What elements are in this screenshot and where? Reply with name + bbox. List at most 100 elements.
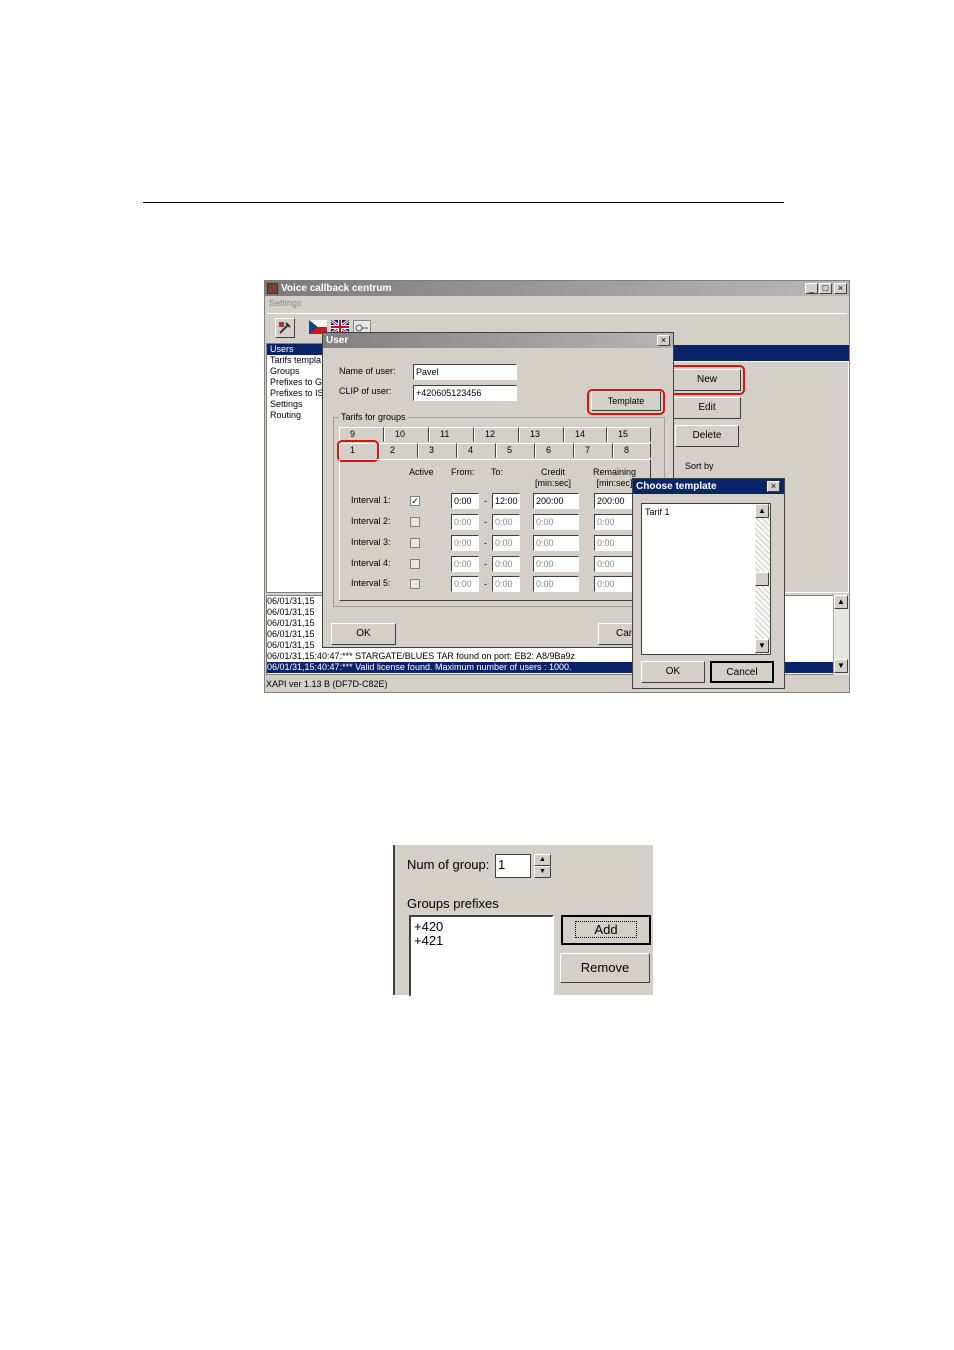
sort-by-label: Sort by — [685, 461, 714, 471]
nav-item-groups[interactable]: Groups — [267, 366, 323, 377]
ok-button[interactable]: OK — [331, 623, 396, 645]
log-scrollbar[interactable]: ▲ ▼ — [833, 595, 849, 675]
interval-from-field[interactable]: 0:00 — [451, 493, 479, 509]
spin-down-icon[interactable]: ▼ — [534, 866, 551, 878]
edit-button[interactable]: Edit — [673, 397, 741, 419]
scroll-thumb[interactable] — [755, 572, 769, 586]
page-rule — [143, 202, 784, 203]
template-list: Tarif 1 — [641, 503, 771, 655]
col-active: Active — [409, 467, 434, 477]
prefix-item[interactable]: +420 — [414, 920, 549, 934]
interval-credit-field[interactable]: 0:00 — [533, 576, 579, 592]
interval-active-checkbox[interactable] — [410, 579, 420, 589]
interval-to-field[interactable]: 12:00 — [492, 493, 520, 509]
choose-template-dialog: Choose template × Tarif 1 ▲ ▼ OK Cancel — [632, 478, 785, 689]
tab-7[interactable]: 7 — [574, 443, 613, 458]
tab-5[interactable]: 5 — [496, 443, 535, 458]
main-titlebar: Voice callback centrum — [265, 281, 849, 296]
interval-remaining-field[interactable]: 0:00 — [594, 535, 634, 551]
add-button-label: Add — [575, 921, 637, 938]
interval-remaining-field[interactable]: 200:00 — [594, 493, 634, 509]
interval-to-field[interactable]: 0:00 — [492, 556, 520, 572]
choose-template-title: Choose template — [633, 479, 784, 494]
interval-dash: - — [484, 496, 487, 506]
tab-12[interactable]: 12 — [474, 427, 519, 442]
scroll-down-icon[interactable]: ▼ — [834, 659, 848, 673]
tab-3[interactable]: 3 — [418, 443, 457, 458]
remove-button[interactable]: Remove — [560, 953, 650, 983]
user-dialog-close-icon[interactable]: × — [657, 335, 670, 346]
interval-credit-field[interactable]: 0:00 — [533, 556, 579, 572]
interval-label: Interval 2: — [351, 516, 391, 526]
minimize-button[interactable]: _ — [805, 283, 818, 294]
status-bar: XAPI ver 1.13 B (DF7D-C82E) — [266, 679, 388, 689]
interval-label: Interval 1: — [351, 495, 391, 505]
user-dialog: User × Name of user: Pavel CLIP of user:… — [322, 332, 674, 648]
interval-credit-field[interactable]: 0:00 — [533, 535, 579, 551]
interval-from-field[interactable]: 0:00 — [451, 514, 479, 530]
interval-active-checkbox[interactable] — [410, 538, 420, 548]
template-scrollbar[interactable]: ▲ ▼ — [755, 504, 770, 654]
interval-dash: - — [484, 517, 487, 527]
interval-dash: - — [484, 538, 487, 548]
add-button[interactable]: Add — [561, 915, 651, 945]
interval-credit-field[interactable]: 200:00 — [533, 493, 579, 509]
scroll-up-icon[interactable]: ▲ — [755, 504, 769, 518]
close-button[interactable]: × — [834, 283, 847, 294]
selected-user-row[interactable] — [673, 345, 849, 361]
tab-2[interactable]: 2 — [379, 443, 418, 458]
interval-label: Interval 3: — [351, 537, 391, 547]
interval-active-checkbox[interactable] — [410, 559, 420, 569]
interval-dash: - — [484, 579, 487, 589]
nav-item-prefixes-to-groups[interactable]: Prefixes to G — [267, 377, 323, 388]
interval-to-field[interactable]: 0:00 — [492, 576, 520, 592]
num-of-group-label: Num of group: — [407, 857, 490, 872]
delete-button[interactable]: Delete — [675, 425, 739, 447]
nav-item-users[interactable]: Users — [267, 344, 323, 355]
prefix-item[interactable]: +421 — [414, 934, 549, 948]
tools-icon[interactable] — [275, 318, 295, 338]
nav-item-tariff-templates[interactable]: Tarifs templa — [267, 355, 323, 366]
interval-active-checkbox[interactable]: ✓ — [410, 496, 420, 506]
template-cancel-button[interactable]: Cancel — [710, 661, 774, 683]
clip-field[interactable]: +420605123456 — [413, 385, 517, 401]
tab-13[interactable]: 13 — [519, 427, 564, 442]
tab-6[interactable]: 6 — [535, 443, 574, 458]
interval-label: Interval 4: — [351, 558, 391, 568]
num-of-group-input[interactable]: 1 — [495, 854, 531, 878]
interval-to-field[interactable]: 0:00 — [492, 535, 520, 551]
interval-credit-field[interactable]: 0:00 — [533, 514, 579, 530]
interval-remaining-field[interactable]: 0:00 — [594, 556, 634, 572]
template-button-highlight — [587, 389, 665, 415]
choose-template-close-icon[interactable]: × — [767, 481, 780, 492]
scroll-down-icon[interactable]: ▼ — [755, 639, 769, 653]
menu-settings[interactable]: Settings — [269, 298, 302, 308]
tab-10[interactable]: 10 — [384, 427, 429, 442]
interval-remaining-field[interactable]: 0:00 — [594, 514, 634, 530]
tab-14[interactable]: 14 — [564, 427, 607, 442]
tab-11[interactable]: 11 — [429, 427, 474, 442]
interval-remaining-field[interactable]: 0:00 — [594, 576, 634, 592]
main-window-title: Voice callback centrum — [281, 283, 392, 294]
nav-item-settings[interactable]: Settings — [267, 399, 323, 410]
nav-item-prefixes-to-is[interactable]: Prefixes to IS — [267, 388, 323, 399]
scroll-up-icon[interactable]: ▲ — [834, 595, 848, 609]
name-field[interactable]: Pavel — [413, 364, 517, 380]
tab-8[interactable]: 8 — [613, 443, 651, 458]
spin-up-icon[interactable]: ▲ — [534, 854, 551, 866]
maximize-button[interactable]: □ — [819, 283, 832, 294]
interval-active-checkbox[interactable] — [410, 517, 420, 527]
template-item[interactable]: Tarif 1 — [645, 507, 767, 517]
template-ok-button[interactable]: OK — [641, 661, 705, 683]
nav-item-routing[interactable]: Routing — [267, 410, 323, 421]
name-label: Name of user: — [339, 366, 396, 376]
interval-label: Interval 5: — [351, 578, 391, 588]
tab-4[interactable]: 4 — [457, 443, 496, 458]
interval-from-field[interactable]: 0:00 — [451, 556, 479, 572]
interval-to-field[interactable]: 0:00 — [492, 514, 520, 530]
tab-15[interactable]: 15 — [607, 427, 651, 442]
new-button-highlight — [669, 365, 745, 395]
interval-from-field[interactable]: 0:00 — [451, 535, 479, 551]
groups-prefixes-label: Groups prefixes — [407, 896, 499, 911]
interval-from-field[interactable]: 0:00 — [451, 576, 479, 592]
